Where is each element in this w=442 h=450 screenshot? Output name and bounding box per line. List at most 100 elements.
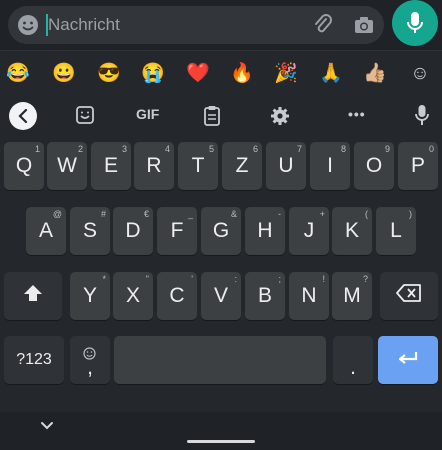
key-hint: @ [52, 209, 62, 219]
shift-arrow-icon [23, 284, 43, 308]
key-hint: " [145, 274, 149, 284]
message-input[interactable]: Nachricht [8, 6, 384, 44]
emoji-key-4[interactable]: 😭 [141, 62, 165, 86]
emoji-icon[interactable] [17, 14, 39, 36]
key-a[interactable]: A @ [26, 207, 66, 255]
key-d[interactable]: D € [113, 207, 153, 255]
emoji-key-3[interactable]: 😎 [97, 62, 121, 86]
key-label: G [212, 219, 230, 242]
clipboard-icon[interactable] [203, 105, 221, 130]
period-key[interactable]: . [333, 336, 373, 384]
key-hint: ! [322, 274, 325, 284]
key-f[interactable]: F _ [157, 207, 197, 255]
key-label: S [82, 219, 97, 242]
collapse-toolbar-button[interactable] [9, 102, 37, 130]
emoji-key-10[interactable]: ☺ [408, 62, 432, 86]
backspace-key[interactable] [380, 272, 438, 320]
camera-icon[interactable] [353, 14, 375, 41]
key-label: C [169, 284, 185, 307]
key-i[interactable]: I8 [310, 142, 350, 190]
key-label: W [57, 154, 77, 177]
key-o[interactable]: O9 [354, 142, 394, 190]
key-label: R [146, 154, 162, 177]
key-k[interactable]: K( [332, 207, 372, 255]
voice-input-mic-icon[interactable] [415, 104, 429, 129]
symbols-key[interactable]: ?123 [4, 336, 64, 384]
space-key[interactable] [114, 336, 326, 384]
attach-icon[interactable] [312, 14, 334, 41]
key-hint: 8 [340, 144, 346, 154]
key-hint: 5 [208, 144, 214, 154]
more-options-button[interactable]: ••• [348, 106, 366, 122]
key-g[interactable]: G & [201, 207, 241, 255]
comma-emoji-key[interactable]: , [70, 336, 110, 384]
key-j[interactable]: J + [289, 207, 329, 255]
sticker-icon[interactable] [75, 105, 95, 128]
period-label: . [350, 356, 356, 379]
key-label: H [257, 219, 273, 242]
key-hint: 6 [252, 144, 258, 154]
key-hint: 4 [164, 144, 170, 154]
emoji-key-8[interactable]: 🙏 [319, 62, 343, 86]
key-m[interactable]: M? [332, 272, 372, 320]
key-hint: + [319, 209, 325, 219]
enter-arrow-icon [397, 348, 419, 372]
key-label: M [343, 284, 361, 307]
key-s[interactable]: S # [70, 207, 110, 255]
emoji-key-7[interactable]: 🎉 [274, 62, 298, 86]
key-hint: 2 [77, 144, 83, 154]
key-hint: ' [191, 274, 193, 284]
key-hint: ) [409, 209, 412, 219]
key-label: O [365, 154, 383, 177]
emoji-key-9[interactable]: 👍🏼 [363, 62, 387, 86]
key-l[interactable]: L) [376, 207, 416, 255]
key-hint: 7 [296, 144, 302, 154]
key-label: N [301, 284, 317, 307]
key-r[interactable]: R4 [134, 142, 174, 190]
key-u[interactable]: U7 [266, 142, 306, 190]
key-z[interactable]: Z6 [222, 142, 262, 190]
key-label: J [303, 219, 315, 242]
emoji-suggestions: 😂 😀 😎 😭 ❤️ 🔥 🎉 🙏 👍🏼 ☺ [0, 50, 442, 95]
key-label: Y [82, 284, 97, 307]
key-hint: : [234, 274, 237, 284]
key-y[interactable]: Y * [70, 272, 110, 320]
key-n[interactable]: N! [289, 272, 329, 320]
voice-message-button[interactable] [392, 0, 438, 46]
key-e[interactable]: E3 [91, 142, 131, 190]
key-hint: 1 [34, 144, 40, 154]
mic-icon [407, 11, 423, 40]
key-hint: * [102, 274, 106, 284]
key-hint: ? [362, 274, 368, 284]
key-hint: ( [365, 209, 368, 219]
hide-keyboard-chevron-down-icon[interactable] [40, 418, 54, 436]
emoji-key-5[interactable]: ❤️ [186, 62, 210, 86]
settings-gear-icon[interactable] [270, 106, 290, 129]
key-label: B [257, 284, 272, 307]
message-placeholder: Nachricht [48, 15, 120, 34]
key-b[interactable]: B; [245, 272, 285, 320]
key-hint: € [143, 209, 149, 219]
emoji-key-1[interactable]: 😂 [6, 62, 30, 86]
emoji-key-6[interactable]: 🔥 [230, 62, 254, 86]
home-gesture-handle[interactable] [187, 440, 255, 443]
key-t[interactable]: T5 [178, 142, 218, 190]
backspace-icon [396, 284, 422, 308]
key-label: T [191, 154, 205, 177]
key-w[interactable]: W2 [47, 142, 87, 190]
key-q[interactable]: Q1 [4, 142, 44, 190]
key-hint: 9 [384, 144, 390, 154]
key-x[interactable]: X " [113, 272, 153, 320]
key-p[interactable]: P0 [398, 142, 438, 190]
shift-key[interactable] [4, 272, 62, 320]
key-v[interactable]: V: [201, 272, 241, 320]
key-hint: ; [278, 274, 281, 284]
key-h[interactable]: H- [245, 207, 285, 255]
key-label: A [38, 219, 53, 242]
key-label: F [170, 219, 184, 242]
key-c[interactable]: C ' [157, 272, 197, 320]
gif-button[interactable]: GIF [136, 106, 159, 122]
enter-key[interactable] [378, 336, 438, 384]
emoji-key-2[interactable]: 😀 [52, 62, 76, 86]
key-hint: _ [187, 209, 193, 219]
